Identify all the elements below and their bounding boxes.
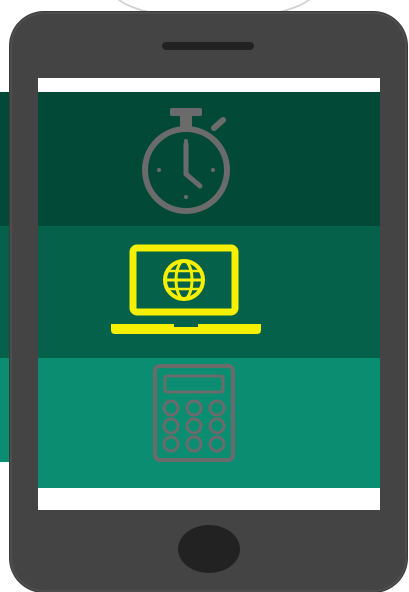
online-band[interactable] [38,226,380,358]
laptop-globe-icon [108,242,264,338]
calculator-icon [151,364,237,464]
phone-device [10,12,407,592]
timer-band[interactable] [38,92,380,226]
speaker-slot [162,42,254,50]
stopwatch-icon [136,106,236,216]
home-button[interactable] [178,525,240,573]
calculator-band[interactable] [38,358,380,488]
phone-screen [38,78,380,510]
